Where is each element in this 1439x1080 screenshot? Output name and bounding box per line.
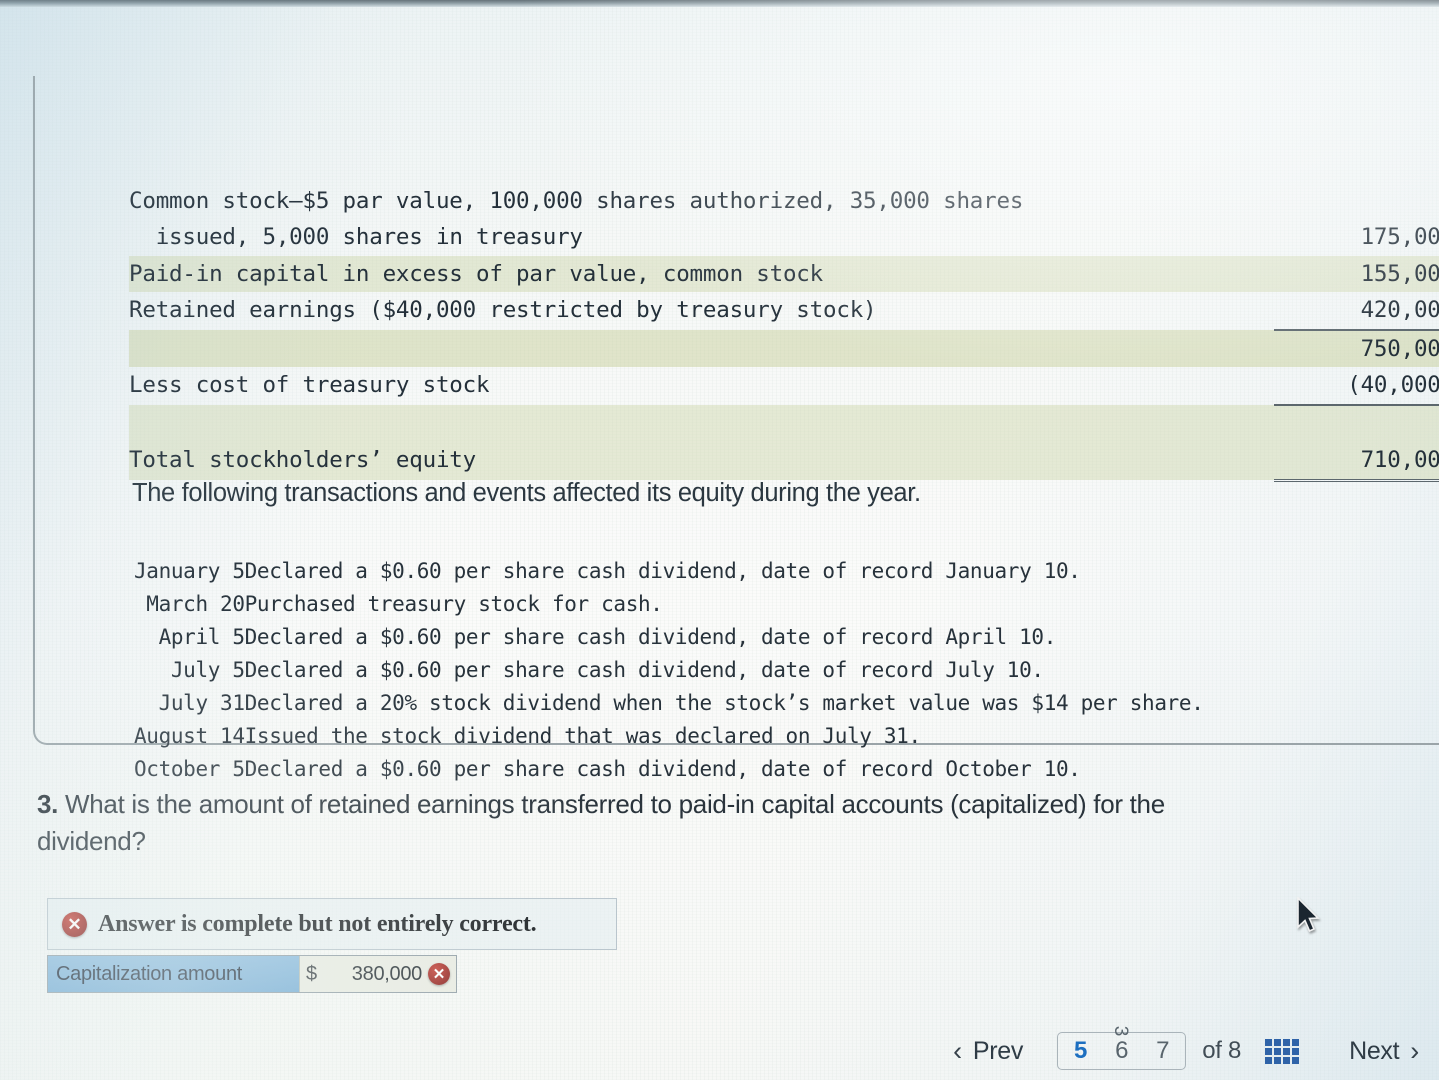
list-item: July 31 Declared a 20% stock dividend wh… (134, 687, 1204, 720)
screen-top-bezel (0, 0, 1439, 7)
table-row: $ (129, 404, 1439, 443)
chevron-right-icon: › (1410, 1035, 1419, 1066)
equity-table-spacer (129, 146, 1274, 183)
question-prompt: 3. What is the amount of retained earnin… (37, 786, 1439, 860)
table-header-row: $ (129, 146, 1439, 183)
prev-label: Prev (972, 1036, 1024, 1065)
transaction-desc: Declared a $0.60 per share cash dividend… (244, 757, 1081, 781)
capitalization-amount-label: Capitalization amount (48, 956, 299, 992)
capitalization-amount-field[interactable]: $ 380,000 ✕ (299, 956, 456, 992)
transaction-date: July 5 (170, 658, 245, 682)
row-label-less-treasury: Less cost of treasury stock (129, 372, 490, 398)
grid-icon[interactable] (1265, 1038, 1300, 1064)
table-row: Paid-in capital in excess of par value, … (129, 255, 1439, 292)
question-number: 3. (37, 789, 59, 819)
list-item: January 5 Declared a $0.60 per share cas… (134, 555, 1204, 588)
transaction-date: July 31 (158, 691, 245, 715)
transaction-date: April 5 (158, 625, 245, 649)
transaction-desc: Issued the stock dividend that was decla… (244, 724, 921, 748)
list-item: March 20 Purchased treasury stock for ca… (134, 588, 1204, 621)
question-panel: $ Common stock–$5 par value, 100,000 sha… (33, 76, 1439, 781)
row-label-total-equity-blank (129, 405, 1274, 443)
currency-symbol: $ (306, 962, 318, 985)
row-amount-subtotal: 750,000 (1360, 335, 1439, 362)
row-amount-common-stock: 175,000 (1360, 224, 1439, 250)
question-text: What is the amount of retained earnings … (37, 789, 1165, 856)
table-row: Retained earnings ($40,000 restricted by… (129, 292, 1439, 331)
prev-button[interactable]: ‹ Prev (953, 1037, 1023, 1066)
row-amount-total-equity: 710,000 (1274, 442, 1439, 482)
row-label-retained-earnings: Retained earnings ($40,000 restricted by… (129, 297, 877, 323)
page-7-button[interactable]: 7 (1156, 1037, 1169, 1065)
page-total-label: of 8 (1202, 1037, 1242, 1064)
currency-header: $ (1274, 146, 1439, 183)
next-label: Next (1349, 1036, 1400, 1065)
x-circle-icon: ✕ (62, 911, 87, 937)
chevron-left-icon: ‹ (953, 1035, 962, 1066)
transaction-desc: Declared a $0.60 per share cash dividend… (244, 658, 1044, 682)
row-label-paid-in-capital: Paid-in capital in excess of par value, … (129, 260, 823, 287)
page-selector[interactable]: 3 5 6 7 (1057, 1026, 1187, 1070)
row-amount-paid-in-capital: 155,000 (1360, 260, 1439, 287)
page-5-button[interactable]: 5 (1074, 1037, 1087, 1065)
transactions-list: January 5 Declared a $0.60 per share cas… (134, 555, 1204, 786)
row-label-common-stock: Common stock–$5 par value, 100,000 share… (129, 187, 1024, 251)
transaction-desc: Declared a $0.60 per share cash dividend… (244, 625, 1057, 649)
answer-status-banner: ✕ Answer is complete but not entirely co… (47, 898, 617, 950)
transaction-desc: Declared a $0.60 per share cash dividend… (244, 559, 1081, 583)
stockholders-equity-table: $ Common stock–$5 par value, 100,000 sha… (129, 146, 1439, 482)
transaction-date: January 5 (134, 559, 245, 583)
list-item: April 5 Declared a $0.60 per share cash … (134, 621, 1204, 654)
answer-status-text: Answer is complete but not entirely corr… (98, 910, 537, 937)
capitalization-amount-value: 380,000 (351, 962, 423, 985)
capitalization-amount-row[interactable]: Capitalization amount $ 380,000 ✕ (47, 955, 457, 993)
transaction-date: March 20 (146, 592, 245, 616)
next-button[interactable]: Next › (1349, 1037, 1419, 1066)
list-item: July 5 Declared a $0.60 per share cash d… (134, 654, 1204, 687)
transaction-date: October 5 (134, 757, 245, 781)
row-amount-retained-earnings: 420,000 (1274, 292, 1439, 331)
table-row: Common stock–$5 par value, 100,000 share… (129, 183, 1439, 256)
transaction-desc: Purchased treasury stock for cash. (244, 592, 663, 616)
table-row: 750,000 (129, 329, 1439, 368)
page-tag: 3 (1109, 1025, 1131, 1037)
x-circle-icon: ✕ (428, 963, 450, 985)
row-currency-total-equity: $ (1274, 405, 1439, 443)
pagination-bar: ‹ Prev 3 5 6 7 of 8 Next › (0, 1022, 1439, 1080)
list-item: August 14 Issued the stock dividend that… (134, 720, 1204, 753)
table-row: Total stockholders’ equity 710,000 (129, 442, 1439, 482)
table-row: Less cost of treasury stock (40,000) (129, 367, 1439, 406)
list-item: October 5 Declared a $0.60 per share cas… (134, 753, 1204, 786)
transaction-date: August 14 (134, 724, 245, 748)
intro-sentence: The following transactions and events af… (132, 479, 921, 507)
transaction-desc: Declared a 20% stock dividend when the s… (244, 691, 1204, 715)
row-amount-less-treasury: (40,000) (1274, 367, 1439, 406)
row-label-subtotal (129, 330, 1274, 368)
row-label-total-equity: Total stockholders’ equity (129, 447, 476, 473)
